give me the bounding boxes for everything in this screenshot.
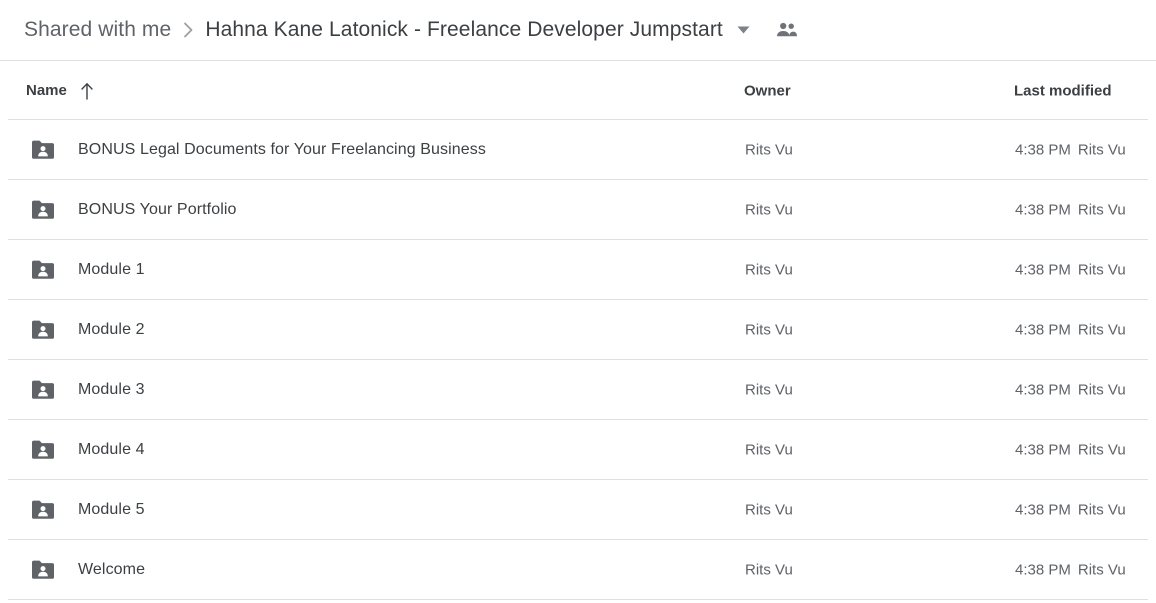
file-name: Module 5 — [78, 501, 145, 518]
table-column-headers: Name Owner Last modified — [0, 61, 1156, 120]
file-name: BONUS Your Portfolio — [78, 201, 237, 218]
file-name: Module 4 — [78, 441, 145, 458]
file-modified-time: 4:38 PM — [1015, 381, 1071, 399]
table-row[interactable]: BONUS Legal Documents for Your Freelanci… — [0, 120, 1156, 180]
file-name: Module 2 — [78, 321, 145, 338]
column-header-name[interactable]: Name — [26, 82, 94, 100]
drive-file-list-page: Shared with me Hahna Kane Latonick - Fre… — [0, 0, 1156, 603]
file-modified-time: 4:38 PM — [1015, 321, 1071, 339]
file-last-modified: 4:38 PM Rits Vu — [1015, 442, 1126, 459]
file-modified-time: 4:38 PM — [1015, 261, 1071, 279]
shared-folder-icon — [30, 259, 56, 281]
file-owner: Rits Vu — [745, 261, 793, 279]
file-modified-time: 4:38 PM — [1015, 501, 1071, 519]
file-modified-by: Rits Vu — [1077, 321, 1126, 339]
arrow-up-icon[interactable] — [80, 82, 94, 100]
file-modified-time: 4:38 PM — [1015, 201, 1071, 219]
file-modified-by: Rits Vu — [1077, 501, 1126, 519]
file-owner: Rits Vu — [745, 381, 793, 399]
breadcrumb: Shared with me Hahna Kane Latonick - Fre… — [0, 0, 1156, 61]
shared-folder-icon — [30, 499, 56, 521]
table-row[interactable]: Module 2 Rits Vu 4:38 PM Rits Vu — [0, 300, 1156, 360]
file-last-modified: 4:38 PM Rits Vu — [1015, 502, 1126, 519]
file-modified-by: Rits Vu — [1077, 201, 1126, 219]
file-last-modified: 4:38 PM Rits Vu — [1015, 142, 1126, 159]
shared-folder-icon — [30, 379, 56, 401]
file-modified-by: Rits Vu — [1077, 141, 1126, 159]
chevron-right-icon — [183, 21, 195, 39]
file-owner: Rits Vu — [745, 501, 793, 519]
file-last-modified: 4:38 PM Rits Vu — [1015, 562, 1126, 579]
file-modified-time: 4:38 PM — [1015, 141, 1071, 159]
caret-down-icon[interactable] — [737, 26, 750, 34]
file-owner: Rits Vu — [745, 141, 793, 159]
shared-folder-icon — [30, 139, 56, 161]
table-row[interactable]: Welcome Rits Vu 4:38 PM Rits Vu — [0, 540, 1156, 600]
file-name: Welcome — [78, 561, 146, 578]
file-modified-time: 4:38 PM — [1015, 561, 1071, 579]
file-modified-by: Rits Vu — [1077, 261, 1126, 279]
file-name: Module 3 — [78, 381, 145, 398]
file-list: BONUS Legal Documents for Your Freelanci… — [0, 120, 1156, 600]
row-divider — [8, 599, 1148, 600]
file-owner: Rits Vu — [745, 321, 793, 339]
shared-folder-icon — [30, 559, 56, 581]
file-last-modified: 4:38 PM Rits Vu — [1015, 322, 1126, 339]
file-last-modified: 4:38 PM Rits Vu — [1015, 202, 1126, 219]
breadcrumb-parent-link[interactable]: Shared with me — [24, 18, 171, 42]
column-header-last-modified[interactable]: Last modified — [1014, 82, 1112, 99]
people-icon[interactable] — [776, 22, 798, 38]
file-last-modified: 4:38 PM Rits Vu — [1015, 262, 1126, 279]
file-modified-by: Rits Vu — [1077, 381, 1126, 399]
table-row[interactable]: BONUS Your Portfolio Rits Vu 4:38 PM Rits… — [0, 180, 1156, 240]
table-row[interactable]: Module 4 Rits Vu 4:38 PM Rits Vu — [0, 420, 1156, 480]
column-header-name-label: Name — [26, 82, 67, 99]
file-name: Module 1 — [78, 261, 145, 278]
file-owner: Rits Vu — [745, 201, 793, 219]
file-name: BONUS Legal Documents for Your Freelanci… — [78, 141, 486, 158]
shared-folder-icon — [30, 319, 56, 341]
file-modified-by: Rits Vu — [1077, 561, 1126, 579]
file-modified-time: 4:38 PM — [1015, 441, 1071, 459]
table-row[interactable]: Module 3 Rits Vu 4:38 PM Rits Vu — [0, 360, 1156, 420]
file-modified-by: Rits Vu — [1077, 441, 1126, 459]
table-row[interactable]: Module 5 Rits Vu 4:38 PM Rits Vu — [0, 480, 1156, 540]
file-owner: Rits Vu — [745, 561, 793, 579]
file-last-modified: 4:38 PM Rits Vu — [1015, 382, 1126, 399]
shared-folder-icon — [30, 199, 56, 221]
column-header-owner[interactable]: Owner — [744, 82, 791, 99]
file-owner: Rits Vu — [745, 441, 793, 459]
breadcrumb-current-title: Hahna Kane Latonick - Freelance Develope… — [205, 18, 723, 41]
shared-folder-icon — [30, 439, 56, 461]
table-row[interactable]: Module 1 Rits Vu 4:38 PM Rits Vu — [0, 240, 1156, 300]
